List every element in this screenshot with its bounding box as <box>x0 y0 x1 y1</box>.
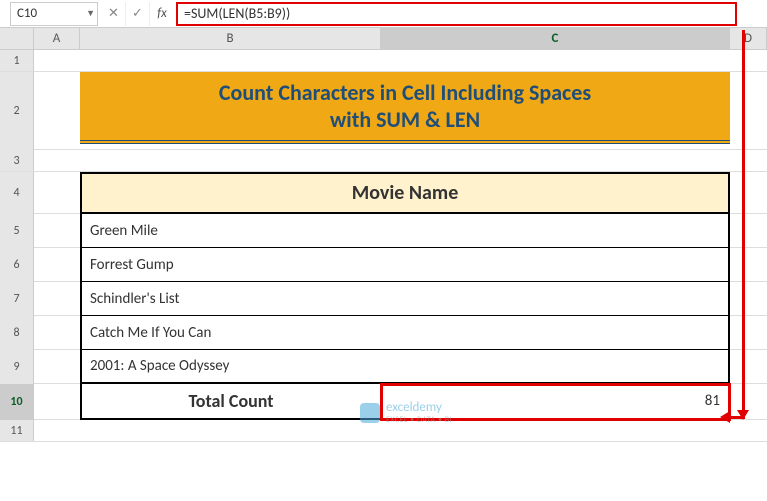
row-header-3[interactable]: 3 <box>0 150 34 171</box>
row-9: 9 2001: A Space Odyssey <box>0 350 767 384</box>
total-count-label-cell[interactable]: Total Count <box>80 384 381 420</box>
cell-B5[interactable]: Green Mile <box>80 214 730 248</box>
name-box-value: C10 <box>17 6 37 21</box>
select-all-corner[interactable] <box>0 28 34 49</box>
cell-B11[interactable] <box>80 420 730 441</box>
cell-D2[interactable] <box>730 72 767 149</box>
cell-A6[interactable] <box>34 248 80 281</box>
title-banner[interactable]: Count Characters in Cell Including Space… <box>80 72 730 144</box>
cell-D11[interactable] <box>730 420 767 441</box>
row-header-8[interactable]: 8 <box>0 316 34 350</box>
banner-line2: with SUM & LEN <box>330 106 480 133</box>
annotation-arrow-vertical <box>742 30 745 418</box>
spreadsheet-grid: A B C D 1 2 Count Characters in Cell Inc… <box>0 28 767 442</box>
row-header-5[interactable]: 5 <box>0 214 34 248</box>
cell-D5[interactable] <box>730 214 767 247</box>
row-header-1[interactable]: 1 <box>0 50 34 71</box>
cell-A5[interactable] <box>34 214 80 247</box>
table-header-row: Movie Name <box>80 172 730 213</box>
formula-text: =SUM(LEN(B5:B9)) <box>184 5 290 22</box>
cell-D9[interactable] <box>730 350 767 383</box>
cell-D1[interactable] <box>730 50 767 71</box>
col-header-C[interactable]: C <box>381 28 730 49</box>
movie-name-header[interactable]: Movie Name <box>80 172 730 214</box>
cell-B8[interactable]: Catch Me If You Can <box>80 316 730 350</box>
row-6: 6 Forrest Gump <box>0 248 767 282</box>
row-8: 8 Catch Me If You Can <box>0 316 767 350</box>
row-3: 3 <box>0 150 767 172</box>
row-header-7[interactable]: 7 <box>0 282 34 316</box>
cell-A1[interactable] <box>34 50 80 71</box>
cell-D6[interactable] <box>730 248 767 281</box>
row-header-4[interactable]: 4 <box>0 172 34 214</box>
cell-A3[interactable] <box>34 150 80 171</box>
row-header-2[interactable]: 2 <box>0 72 34 150</box>
row-4: 4 Movie Name <box>0 172 767 214</box>
row-11: 11 <box>0 420 767 442</box>
row-10: 10 Total Count 81 <box>0 384 767 420</box>
cell-A10[interactable] <box>34 384 80 419</box>
cell-D3[interactable] <box>730 150 767 171</box>
fx-icon[interactable]: fx <box>150 6 174 21</box>
row-header-6[interactable]: 6 <box>0 248 34 282</box>
cell-D8[interactable] <box>730 316 767 349</box>
col-header-D[interactable]: D <box>730 28 767 49</box>
formula-input[interactable]: =SUM(LEN(B5:B9)) <box>176 2 737 26</box>
cell-B3[interactable] <box>80 150 730 171</box>
col-header-A[interactable]: A <box>34 28 80 49</box>
cell-B1[interactable] <box>80 50 730 71</box>
total-row: Total Count 81 <box>80 384 730 420</box>
row-header-9[interactable]: 9 <box>0 350 34 384</box>
col-header-B[interactable]: B <box>80 28 381 49</box>
cell-A8[interactable] <box>34 316 80 349</box>
row-header-10[interactable]: 10 <box>0 384 34 420</box>
cell-B6[interactable]: Forrest Gump <box>80 248 730 282</box>
cell-B7[interactable]: Schindler's List <box>80 282 730 316</box>
cell-B9[interactable]: 2001: A Space Odyssey <box>80 350 730 384</box>
column-headers: A B C D <box>0 28 767 50</box>
accept-formula-button[interactable]: ✓ <box>126 2 150 26</box>
total-count-value-cell[interactable]: 81 <box>381 384 730 420</box>
cell-A4[interactable] <box>34 172 80 213</box>
cell-A7[interactable] <box>34 282 80 315</box>
row-1: 1 <box>0 50 767 72</box>
row-7: 7 Schindler's List <box>0 282 767 316</box>
row-2: 2 Count Characters in Cell Including Spa… <box>0 72 767 150</box>
cell-A2[interactable] <box>34 72 80 149</box>
formula-bar: C10 ▼ ✕ ✓ fx =SUM(LEN(B5:B9)) <box>0 0 767 28</box>
row-header-11[interactable]: 11 <box>0 420 34 441</box>
cell-A9[interactable] <box>34 350 80 383</box>
cell-A11[interactable] <box>34 420 80 441</box>
annotation-arrow-horizontal <box>728 416 745 419</box>
cell-D7[interactable] <box>730 282 767 315</box>
name-box[interactable]: C10 ▼ <box>10 2 98 26</box>
name-box-dropdown-icon[interactable]: ▼ <box>86 8 95 19</box>
row-5: 5 Green Mile <box>0 214 767 248</box>
cell-D4[interactable] <box>730 172 767 213</box>
cancel-formula-button[interactable]: ✕ <box>102 2 126 26</box>
banner-line1: Count Characters in Cell Including Space… <box>219 79 591 106</box>
